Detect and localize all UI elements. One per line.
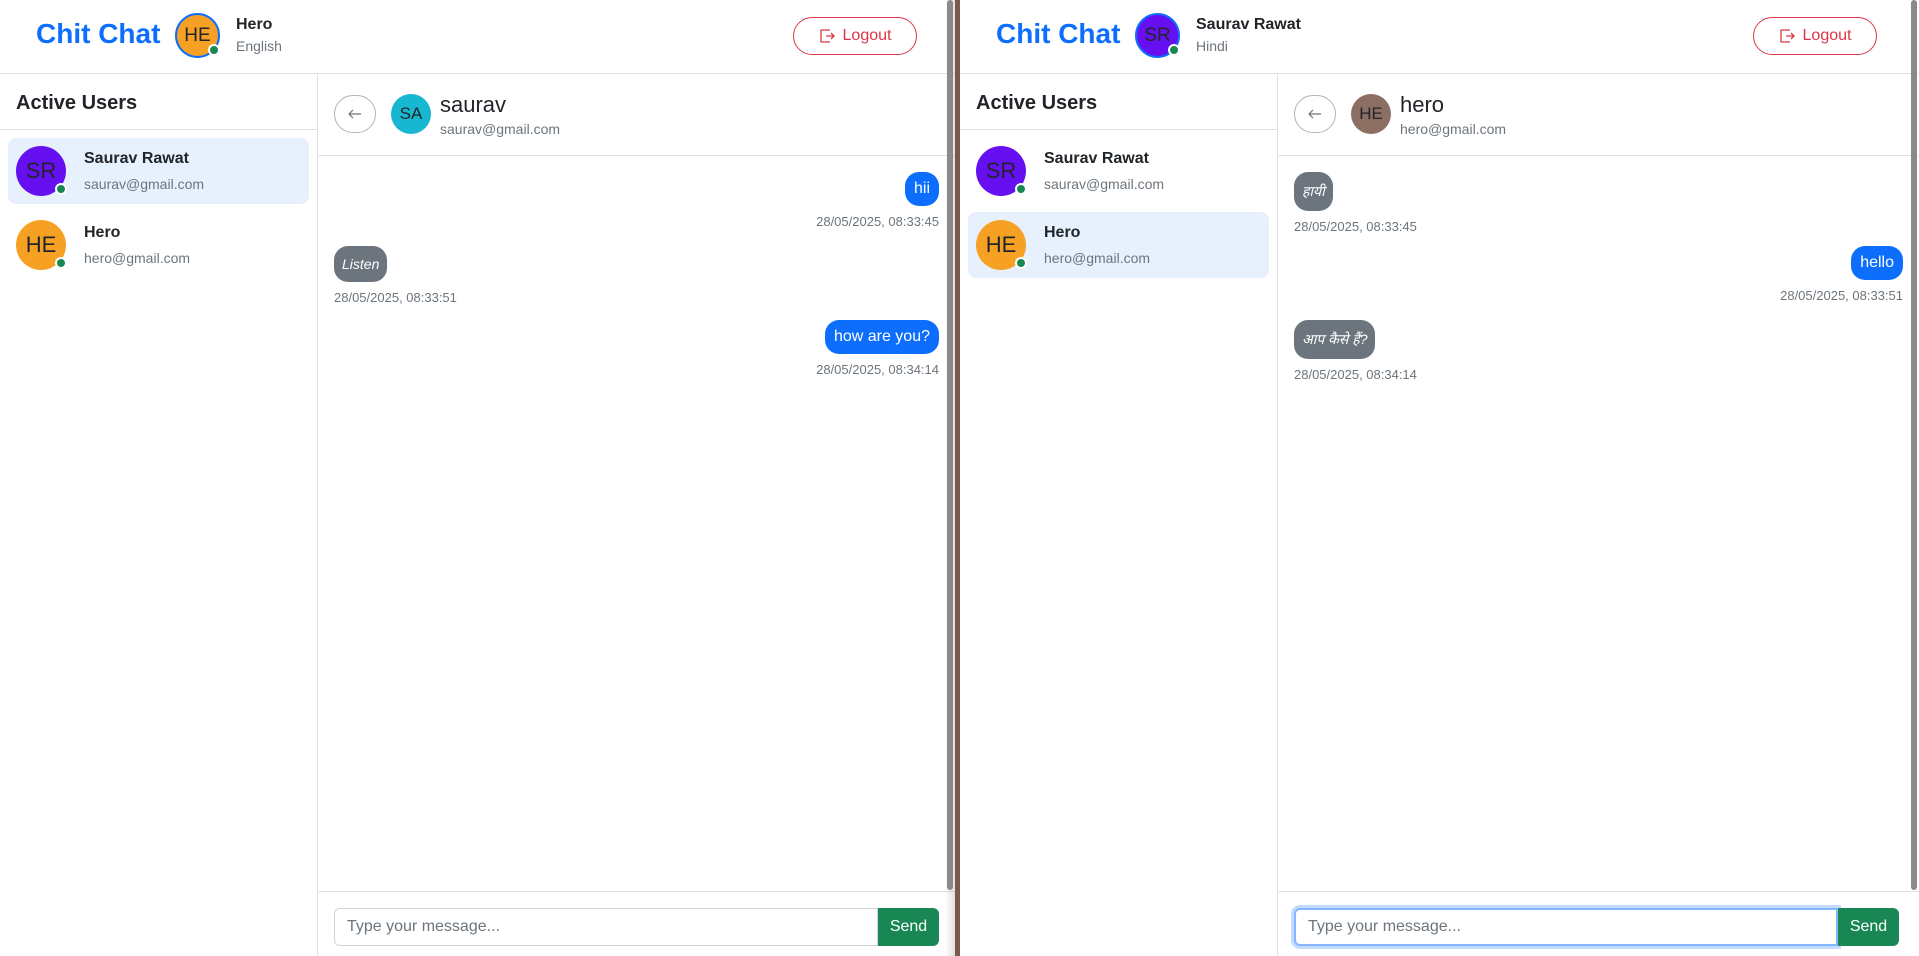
user-email: hero@gmail.com	[84, 250, 191, 266]
message-bubble: Listen	[334, 246, 388, 282]
message-outgoing: how are you? 28/05/2025, 08:34:14	[334, 320, 939, 377]
user-list: SR Saurav Rawat saurav@gmail.com HE Hero…	[960, 138, 1277, 278]
contact-avatar: SA	[391, 94, 431, 134]
chat-panel: SA saurav saurav@gmail.com hii 28/05/202…	[318, 74, 955, 956]
user-list: SR Saurav Rawat saurav@gmail.com HE Hero…	[0, 138, 317, 278]
active-users-sidebar: Active Users SR Saurav Rawat saurav@gmai…	[960, 74, 1278, 956]
user-item-saurav-rawat[interactable]: SR Saurav Rawat saurav@gmail.com	[8, 138, 309, 204]
avatar-initials: HE	[1359, 104, 1383, 123]
sidebar-title: Active Users	[0, 74, 317, 130]
sidebar-title: Active Users	[960, 74, 1277, 130]
message-timestamp: 28/05/2025, 08:33:45	[1294, 219, 1417, 234]
app-header: Chit Chat HE Hero English Logout	[0, 0, 955, 74]
message-outgoing: hii 28/05/2025, 08:33:45	[334, 172, 939, 229]
user-item-hero[interactable]: HE Hero hero@gmail.com	[8, 212, 309, 278]
send-button[interactable]: Send	[878, 908, 939, 946]
avatar-initials: HE	[184, 24, 211, 46]
avatar: HE	[976, 220, 1027, 270]
brand-logo[interactable]: Chit Chat	[36, 18, 160, 50]
message-timestamp: 28/05/2025, 08:34:14	[1294, 367, 1417, 382]
avatar: HE	[16, 220, 67, 270]
user-name: Hero	[1044, 224, 1081, 241]
contact-name: saurav	[440, 92, 507, 117]
message-composer: Send	[1278, 891, 1919, 956]
message-timestamp: 28/05/2025, 08:33:51	[334, 290, 457, 305]
online-status-icon	[208, 44, 220, 56]
avatar-initials: SA	[399, 104, 423, 123]
message-incoming: Listen 28/05/2025, 08:33:51	[334, 246, 939, 305]
message-bubble: आप कैसे हैं?	[1294, 320, 1376, 359]
message-timestamp: 28/05/2025, 08:33:51	[1780, 288, 1903, 303]
scrollbar[interactable]	[947, 0, 953, 890]
arrow-left-icon	[348, 109, 361, 119]
message-timestamp: 28/05/2025, 08:33:45	[816, 214, 939, 229]
scrollbar[interactable]	[1911, 0, 1917, 890]
avatar: SR	[976, 146, 1027, 196]
chat-header: SA saurav saurav@gmail.com	[318, 74, 955, 156]
logout-icon	[819, 29, 835, 43]
current-user-avatar: HE	[175, 13, 220, 58]
active-users-sidebar: Active Users SR Saurav Rawat saurav@gmai…	[0, 74, 318, 956]
back-button[interactable]	[1294, 95, 1336, 133]
message-timestamp: 28/05/2025, 08:34:14	[816, 362, 939, 377]
logout-button[interactable]: Logout	[793, 17, 917, 55]
logout-button[interactable]: Logout	[1753, 17, 1877, 55]
current-user-avatar: SR	[1135, 13, 1180, 58]
send-button[interactable]: Send	[1838, 908, 1899, 946]
message-outgoing: hello 28/05/2025, 08:33:51	[1294, 246, 1903, 303]
message-input[interactable]	[1294, 908, 1838, 946]
back-button[interactable]	[334, 95, 376, 133]
contact-email: saurav@gmail.com	[440, 121, 561, 137]
chat-window-left: Chit Chat HE Hero English Logout Active …	[0, 0, 955, 956]
message-incoming: आप कैसे हैं? 28/05/2025, 08:34:14	[1294, 320, 1903, 382]
logout-label: Logout	[1802, 27, 1852, 44]
avatar-initials: SR	[1144, 24, 1171, 46]
avatar-initials: HE	[985, 232, 1017, 257]
online-status-icon	[55, 257, 67, 269]
current-user-name: Saurav Rawat	[1196, 16, 1301, 33]
user-email: saurav@gmail.com	[84, 176, 205, 192]
message-bubble: hello	[1851, 246, 1903, 280]
online-status-icon	[1015, 257, 1027, 269]
avatar-initials: SR	[25, 158, 57, 183]
chat-panel: HE hero hero@gmail.com हायी 28/05/2025, …	[1278, 74, 1919, 956]
user-email: hero@gmail.com	[1044, 250, 1151, 266]
avatar-initials: HE	[25, 232, 57, 257]
app-header: Chit Chat SR Saurav Rawat Hindi Logout	[960, 0, 1919, 74]
message-composer: Send	[318, 891, 955, 956]
brand-logo[interactable]: Chit Chat	[996, 18, 1120, 50]
logout-icon	[1779, 29, 1795, 43]
user-name: Hero	[84, 224, 121, 241]
current-user-language: English	[236, 38, 282, 54]
message-bubble: hii	[904, 172, 939, 206]
avatar: SR	[16, 146, 67, 196]
contact-email: hero@gmail.com	[1400, 121, 1507, 137]
message-incoming: हायी 28/05/2025, 08:33:45	[1294, 172, 1903, 234]
user-item-saurav-rawat[interactable]: SR Saurav Rawat saurav@gmail.com	[968, 138, 1269, 204]
online-status-icon	[55, 183, 67, 195]
current-user-language: Hindi	[1196, 38, 1228, 54]
arrow-left-icon	[1308, 109, 1321, 119]
message-input[interactable]	[334, 908, 878, 946]
user-name: Saurav Rawat	[84, 150, 189, 167]
message-bubble: हायी	[1294, 172, 1333, 211]
user-item-hero[interactable]: HE Hero hero@gmail.com	[968, 212, 1269, 278]
user-email: saurav@gmail.com	[1044, 176, 1165, 192]
chat-header: HE hero hero@gmail.com	[1278, 74, 1919, 156]
online-status-icon	[1168, 44, 1180, 56]
online-status-icon	[1015, 183, 1027, 195]
user-name: Saurav Rawat	[1044, 150, 1149, 167]
current-user-name: Hero	[236, 16, 273, 33]
avatar-initials: SR	[985, 158, 1017, 183]
logout-label: Logout	[842, 27, 892, 44]
contact-avatar: HE	[1351, 94, 1391, 134]
chat-window-right: Chit Chat SR Saurav Rawat Hindi Logout A…	[960, 0, 1919, 956]
message-bubble: how are you?	[824, 320, 939, 354]
contact-name: hero	[1400, 92, 1445, 117]
